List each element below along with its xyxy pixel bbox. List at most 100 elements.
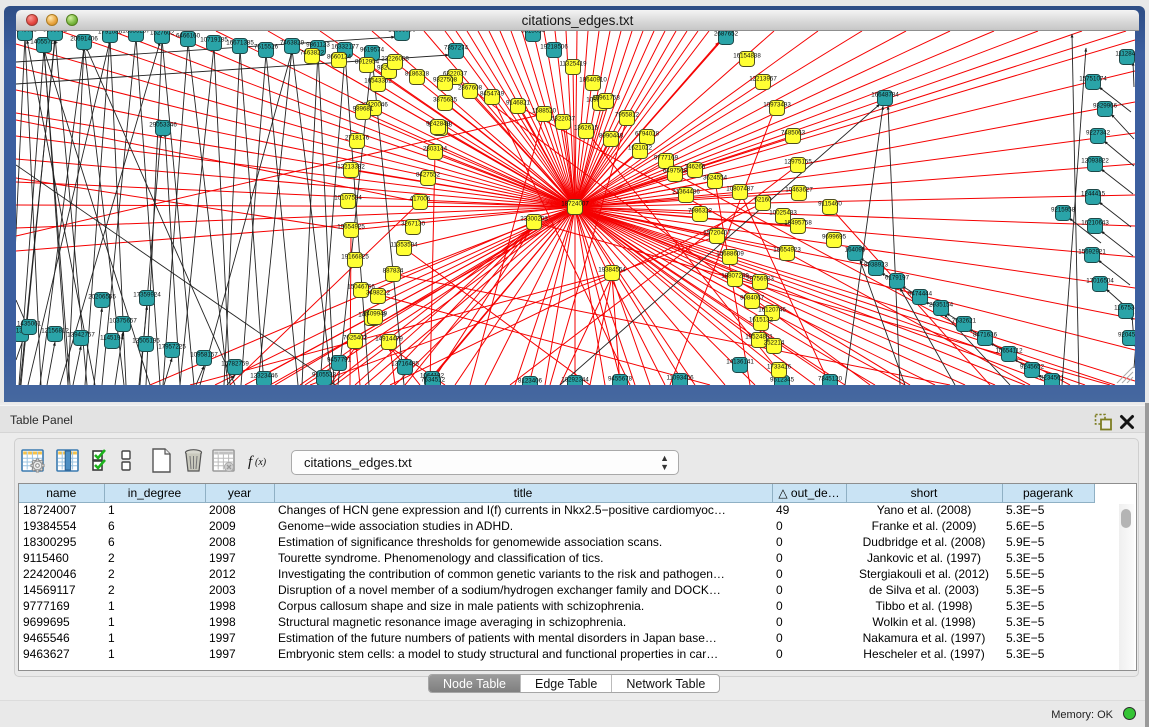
svg-text:2867608: 2867608 [458,85,483,92]
svg-text:12975155: 12975155 [784,159,812,166]
svg-text:10973493: 10973493 [763,102,791,109]
svg-text:13942757: 13942757 [67,332,95,339]
svg-text:417006: 417006 [410,196,431,203]
svg-text:16671385: 16671385 [226,40,254,47]
svg-text:1409949: 1409949 [363,311,388,318]
svg-text:7955812: 7955812 [615,112,640,119]
svg-text:7485063: 7485063 [781,130,806,137]
svg-text:9084067: 9084067 [740,295,765,302]
svg-text:8990448: 8990448 [599,133,624,140]
svg-text:16210643: 16210643 [1081,220,1109,227]
svg-text:10807487: 10807487 [726,186,754,193]
svg-text:15692921: 15692921 [1078,249,1106,256]
svg-text:7357274: 7357274 [444,45,469,52]
svg-text:1527602: 1527602 [150,31,175,37]
svg-text:12156812: 12156812 [41,328,69,335]
svg-text:2935154: 2935154 [929,302,954,309]
svg-text:20756923: 20756923 [746,276,774,283]
svg-text:21364436: 21364436 [672,189,700,196]
svg-text:8813054: 8813054 [521,31,546,35]
svg-text:10688609: 10688609 [716,251,744,258]
svg-text:17957225: 17957225 [158,344,186,351]
svg-text:10654112: 10654112 [995,348,1023,355]
svg-text:7345120: 7345120 [818,376,843,383]
svg-text:6794028: 6794028 [635,131,660,138]
svg-text:16543362: 16543362 [364,78,392,85]
svg-text:10025433: 10025433 [769,210,797,217]
svg-text:9215958: 9215958 [1051,207,1076,214]
svg-text:8660124: 8660124 [327,54,352,61]
svg-text:6179197: 6179197 [885,275,910,282]
svg-text:3875685: 3875685 [433,97,458,104]
svg-text:164095: 164095 [845,247,866,254]
svg-text:1621022: 1621022 [628,145,653,152]
svg-text:14136141: 14136141 [726,359,754,366]
svg-text:12323446: 12323446 [250,373,278,380]
svg-text:989681: 989681 [353,106,374,113]
svg-text:7515526: 7515526 [254,44,279,51]
svg-text:7463822: 7463822 [300,50,325,57]
svg-text:3267130: 3267130 [401,221,426,228]
svg-text:11093456: 11093456 [666,375,694,382]
svg-text:9699695: 9699695 [822,234,847,241]
svg-text:18724007: 18724007 [561,201,589,208]
svg-text:2803144: 2803144 [423,146,448,153]
svg-text:15720407: 15720407 [703,230,731,237]
svg-text:10292344: 10292344 [561,377,589,384]
svg-text:9105533: 9105533 [312,372,337,379]
svg-text:1791086: 1791086 [98,31,123,36]
svg-text:19654925: 19654925 [337,224,365,231]
svg-text:8471636: 8471636 [973,332,998,339]
svg-text:9777169: 9777169 [654,155,679,162]
svg-text:11325419: 11325419 [559,61,587,68]
svg-text:7463829: 7463829 [280,40,305,47]
svg-text:8938923: 8938923 [864,262,889,269]
svg-text:29053346: 29053346 [149,122,177,129]
svg-text:5322037: 5322037 [551,116,576,123]
svg-text:19218506: 19218506 [540,44,568,51]
svg-text:8123406: 8123406 [518,378,543,385]
svg-text:1435061: 1435061 [17,321,42,328]
svg-text:10463627: 10463627 [785,187,813,194]
svg-text:15751074: 15751074 [1079,76,1107,83]
svg-text:(x): (x) [255,457,267,468]
svg-text:62160: 62160 [754,197,772,204]
svg-text:2687652: 2687652 [714,31,739,38]
svg-text:9546018: 9546018 [16,31,38,34]
svg-text:12213967: 12213967 [749,76,777,83]
svg-text:6466160: 6466160 [176,33,201,40]
svg-text:9242849: 9242849 [426,121,451,128]
svg-text:7634512: 7634512 [421,377,446,384]
svg-text:19166825: 19166825 [341,254,369,261]
svg-text:20206555: 20206555 [88,294,116,301]
svg-text:1615132: 1615132 [749,317,774,324]
svg-text:1244415: 1244415 [1081,191,1106,198]
svg-text:14914479: 14914479 [375,336,403,343]
svg-text:3624554: 3624554 [703,175,728,182]
svg-text:11353594: 11353594 [390,242,418,249]
svg-text:10375657: 10375657 [109,318,137,325]
svg-text:1588520: 1588520 [532,108,557,115]
svg-text:9895332: 9895332 [43,31,68,34]
svg-text:19384554: 19384554 [598,267,626,274]
svg-text:16961758: 16961758 [592,95,620,102]
svg-text:10655267: 10655267 [122,31,150,35]
svg-text:9146821: 9146821 [506,100,531,107]
svg-text:9204502: 9204502 [1118,332,1135,339]
svg-text:8454749: 8454749 [480,91,505,98]
svg-text:9619574: 9619574 [360,47,385,54]
svg-text:1112845: 1112845 [1115,51,1135,58]
svg-text:16648784: 16648784 [871,92,899,99]
svg-text:10719185: 10719185 [200,37,228,44]
svg-text:10958157: 10958157 [190,352,218,359]
svg-text:1733426: 1733426 [767,364,792,371]
svg-text:18640910: 18640910 [579,77,607,84]
svg-text:23226058: 23226058 [381,56,409,63]
svg-text:746266: 746266 [685,164,706,171]
svg-text:16154838: 16154838 [733,53,761,60]
svg-text:f: f [248,454,254,470]
svg-text:9327508: 9327508 [433,77,458,84]
svg-text:2718176: 2718176 [345,135,370,142]
svg-text:8234561: 8234561 [1040,375,1065,382]
svg-text:18807249: 18807249 [721,273,749,280]
